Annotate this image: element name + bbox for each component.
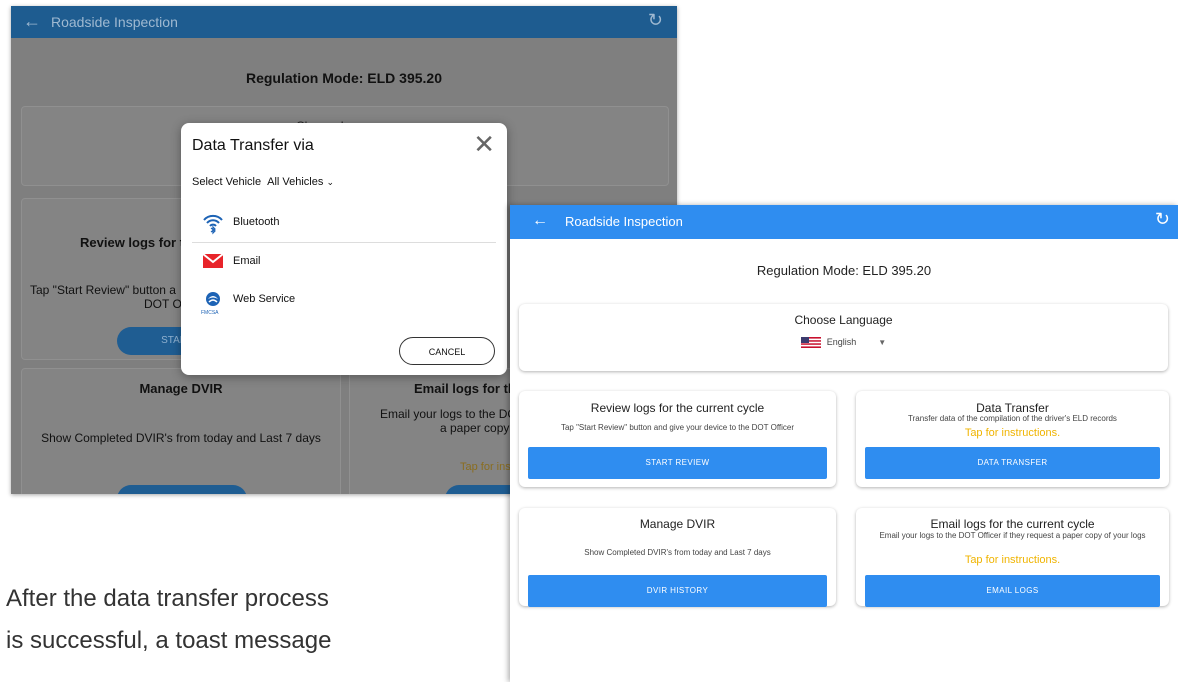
email-logs-title: Email logs for the current cycle (930, 517, 1095, 531)
regulation-mode: Regulation Mode: ELD 395.20 (756, 263, 932, 278)
start-review-button[interactable]: START REVIEW (528, 447, 827, 479)
app-bar: ← Roadside Inspection ↻ (11, 6, 677, 38)
refresh-icon[interactable]: ↻ (648, 10, 663, 31)
regulation-mode: Regulation Mode: ELD 395.20 (245, 70, 443, 86)
select-vehicle-label: Select Vehicle (192, 176, 262, 188)
dialog-title: Data Transfer via (192, 137, 314, 154)
data-transfer-card: Data Transfer Transfer data of the compi… (856, 391, 1169, 487)
data-transfer-title: Data Transfer (976, 401, 1049, 415)
refresh-icon[interactable]: ↻ (1155, 209, 1170, 230)
dvir-title: Manage DVIR (639, 517, 716, 531)
email-option[interactable]: Email (192, 243, 496, 281)
app-bar: ← Roadside Inspection ↻ (510, 205, 1178, 239)
email-icon (202, 252, 224, 272)
dvir-history-button[interactable] (117, 485, 247, 494)
dvir-title: Manage DVIR (139, 381, 223, 396)
app-bar-title: Roadside Inspection (51, 14, 178, 30)
chevron-down-icon[interactable]: ⌄ (326, 177, 334, 187)
close-icon[interactable]: ✕ (473, 129, 495, 160)
back-arrow-icon[interactable]: ← (23, 11, 41, 32)
bluetooth-option[interactable]: Bluetooth (192, 204, 496, 242)
email-logs-card: Email logs for the current cycle Email y… (856, 508, 1169, 607)
caption-line-1: After the data transfer process (6, 585, 329, 612)
review-text: Tap "Start Review" button and give your … (560, 423, 795, 432)
email-logs-text: Email your logs to the DOT Officer if th… (879, 531, 1146, 540)
caption-line-2: is successful, a toast message (6, 627, 332, 654)
dvir-text: Show Completed DVIR's from today and Las… (584, 548, 771, 557)
language-select[interactable]: English ▼ (519, 337, 1168, 349)
email-instructions-link[interactable]: Tap for ins (460, 461, 511, 473)
us-flag-icon (800, 337, 821, 349)
dropdown-caret-icon[interactable]: ▼ (878, 338, 886, 347)
email-logs-instructions-link[interactable]: Tap for instructions. (856, 554, 1169, 566)
cancel-button[interactable]: CANCEL (399, 337, 495, 365)
back-arrow-icon[interactable]: ← (532, 212, 548, 230)
email-logs-button[interactable]: EMAIL LOGS (865, 575, 1160, 607)
caption-text: After the data transfer process is succe… (6, 578, 506, 662)
review-title: Review logs for the current cycle (590, 401, 765, 415)
select-vehicle-value[interactable]: All Vehicles (267, 176, 323, 188)
email-label: Email (233, 255, 261, 267)
web-service-label: Web Service (233, 293, 296, 305)
language-value: English (826, 337, 857, 347)
language-card: Choose Language English ▼ (519, 304, 1168, 371)
data-transfer-text: Transfer data of the compilation of the … (908, 414, 1117, 423)
foreground-screenshot: ← Roadside Inspection ↻ Regulation Mode:… (510, 205, 1178, 682)
data-transfer-dialog: Data Transfer via ✕ Select Vehicle All Ve… (181, 123, 507, 375)
choose-language-label: Choose Language (794, 313, 893, 327)
app-bar-title: Roadside Inspection (565, 214, 683, 229)
dvir-card: Manage DVIR Show Completed DVIR's from t… (519, 508, 836, 607)
bluetooth-wifi-icon (202, 213, 224, 235)
dvir-text: Show Completed DVIR's from today and Las… (41, 431, 321, 445)
data-transfer-instructions-link[interactable]: Tap for instructions. (856, 427, 1169, 439)
review-card: Review logs for the current cycle Tap "S… (519, 391, 836, 487)
data-transfer-button[interactable]: DATA TRANSFER (865, 447, 1160, 479)
fmcsa-text: FMCSA (201, 310, 219, 316)
fmcsa-icon (202, 290, 224, 310)
bluetooth-label: Bluetooth (233, 216, 280, 228)
select-vehicle-row[interactable]: Select Vehicle All Vehicles ⌄ (192, 176, 334, 188)
dvir-history-button[interactable]: DVIR HISTORY (528, 575, 827, 607)
dvir-card: Manage DVIR Show Completed DVIR's from t… (21, 368, 341, 494)
web-service-option[interactable]: FMCSA Web Service (192, 281, 496, 319)
